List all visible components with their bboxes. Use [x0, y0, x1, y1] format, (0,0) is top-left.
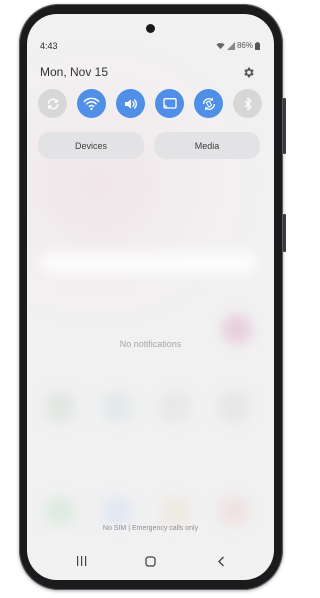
bluetooth-icon [244, 97, 251, 110]
status-time: 4:43 [40, 41, 58, 51]
signal-icon [226, 41, 235, 50]
volume-button [283, 98, 286, 154]
blurred-app-icon [102, 497, 132, 525]
blurred-app-icon [102, 392, 132, 422]
date-label: Mon, Nov 15 [40, 65, 109, 79]
home-icon [144, 555, 156, 567]
recents-icon [76, 556, 86, 566]
quick-tile-wifi[interactable] [77, 89, 106, 118]
devices-button[interactable]: Devices [38, 132, 144, 159]
media-button[interactable]: Media [154, 132, 260, 159]
quick-tile-cast[interactable] [155, 89, 184, 118]
power-button [283, 214, 286, 252]
blurred-app-icon [219, 392, 249, 422]
battery-percent: 86% [236, 41, 253, 50]
battery-icon [255, 41, 260, 50]
sim-status-text: No SIM | Emergency calls only [102, 525, 199, 532]
blurred-app-icon [160, 497, 190, 525]
cast-icon [162, 97, 177, 109]
recents-button[interactable] [71, 554, 91, 568]
gear-icon[interactable] [242, 66, 255, 84]
home-button[interactable] [140, 554, 160, 568]
status-icons: 86% [216, 41, 260, 50]
blurred-search-bar [41, 252, 257, 274]
blurred-app-icon [45, 497, 75, 525]
blurred-app-icon [160, 392, 190, 422]
screen: 4:43 86% Mon, Nov 15 Devices Media No no… [27, 14, 274, 580]
no-notifications-text: No notifications [119, 339, 182, 349]
wifi-icon [83, 97, 100, 110]
back-button[interactable] [211, 554, 231, 568]
blurred-app-icon [219, 497, 249, 525]
wifi-icon [216, 42, 225, 49]
refresh-sync-icon [47, 98, 58, 109]
back-icon [218, 556, 224, 566]
blurred-app-icon [45, 392, 75, 422]
quick-settings-row [38, 89, 263, 119]
front-camera [146, 24, 155, 33]
quick-tile-sound[interactable] [116, 89, 145, 118]
quick-tile-auto-rotate[interactable] [194, 89, 223, 118]
quick-tile-bluetooth[interactable] [233, 89, 262, 118]
sound-icon [124, 98, 137, 109]
quick-tile-sync[interactable] [38, 89, 67, 118]
auto-rotate-icon [202, 96, 215, 111]
